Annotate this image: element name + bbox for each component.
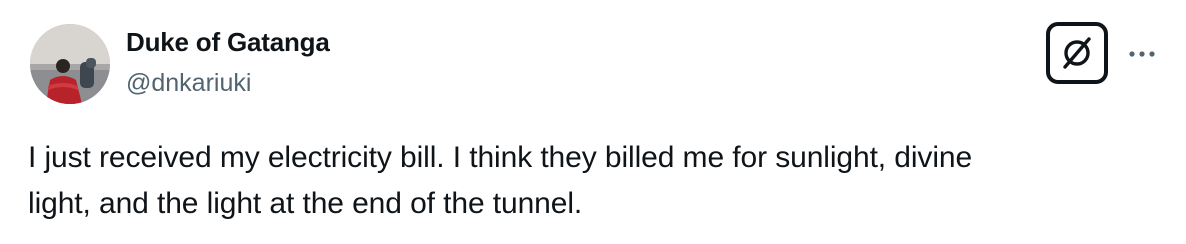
author-handle[interactable]: @dnkariuki xyxy=(126,69,251,98)
avatar-photo xyxy=(30,24,110,104)
avatar[interactable] xyxy=(30,24,110,104)
grok-button[interactable] xyxy=(1046,22,1108,84)
tweet-card: Duke of Gatanga @dnkariuki I just receiv… xyxy=(0,0,1186,244)
grok-icon xyxy=(1063,37,1091,69)
more-horizontal-icon xyxy=(1129,51,1155,57)
tweet-text: I just received my electricity bill. I t… xyxy=(28,135,1168,227)
tweet-text-line: I just received my electricity bill. I t… xyxy=(28,141,973,174)
more-options-button[interactable] xyxy=(1124,36,1160,72)
tweet-text-line: light, and the light at the end of the t… xyxy=(28,187,583,220)
author-display-name[interactable]: Duke of Gatanga xyxy=(126,27,330,58)
